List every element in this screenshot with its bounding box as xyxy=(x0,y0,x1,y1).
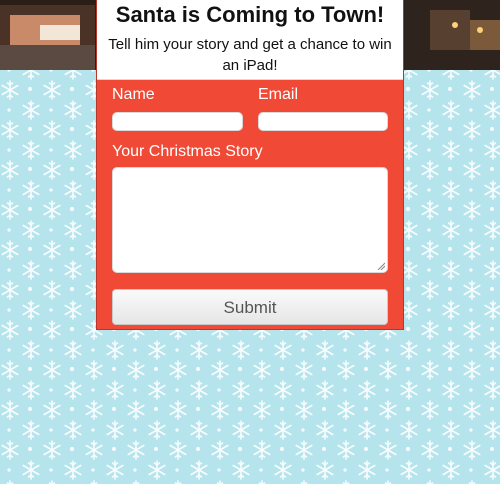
entry-form-card: Santa is Coming to Town! Tell him your s… xyxy=(96,0,404,330)
page-subtitle: Tell him your story and get a chance to … xyxy=(108,36,392,74)
resize-grip-icon[interactable] xyxy=(377,262,385,270)
submit-button[interactable]: Submit xyxy=(112,289,388,325)
page-title: Santa is Coming to Town! xyxy=(115,2,385,27)
name-label: Name xyxy=(112,86,155,103)
email-input[interactable] xyxy=(258,112,388,131)
name-input[interactable] xyxy=(112,112,243,131)
story-label: Your Christmas Story xyxy=(112,143,263,160)
card-header: Santa is Coming to Town! Tell him your s… xyxy=(97,0,403,80)
email-label: Email xyxy=(258,86,299,103)
story-textarea[interactable] xyxy=(112,167,388,273)
